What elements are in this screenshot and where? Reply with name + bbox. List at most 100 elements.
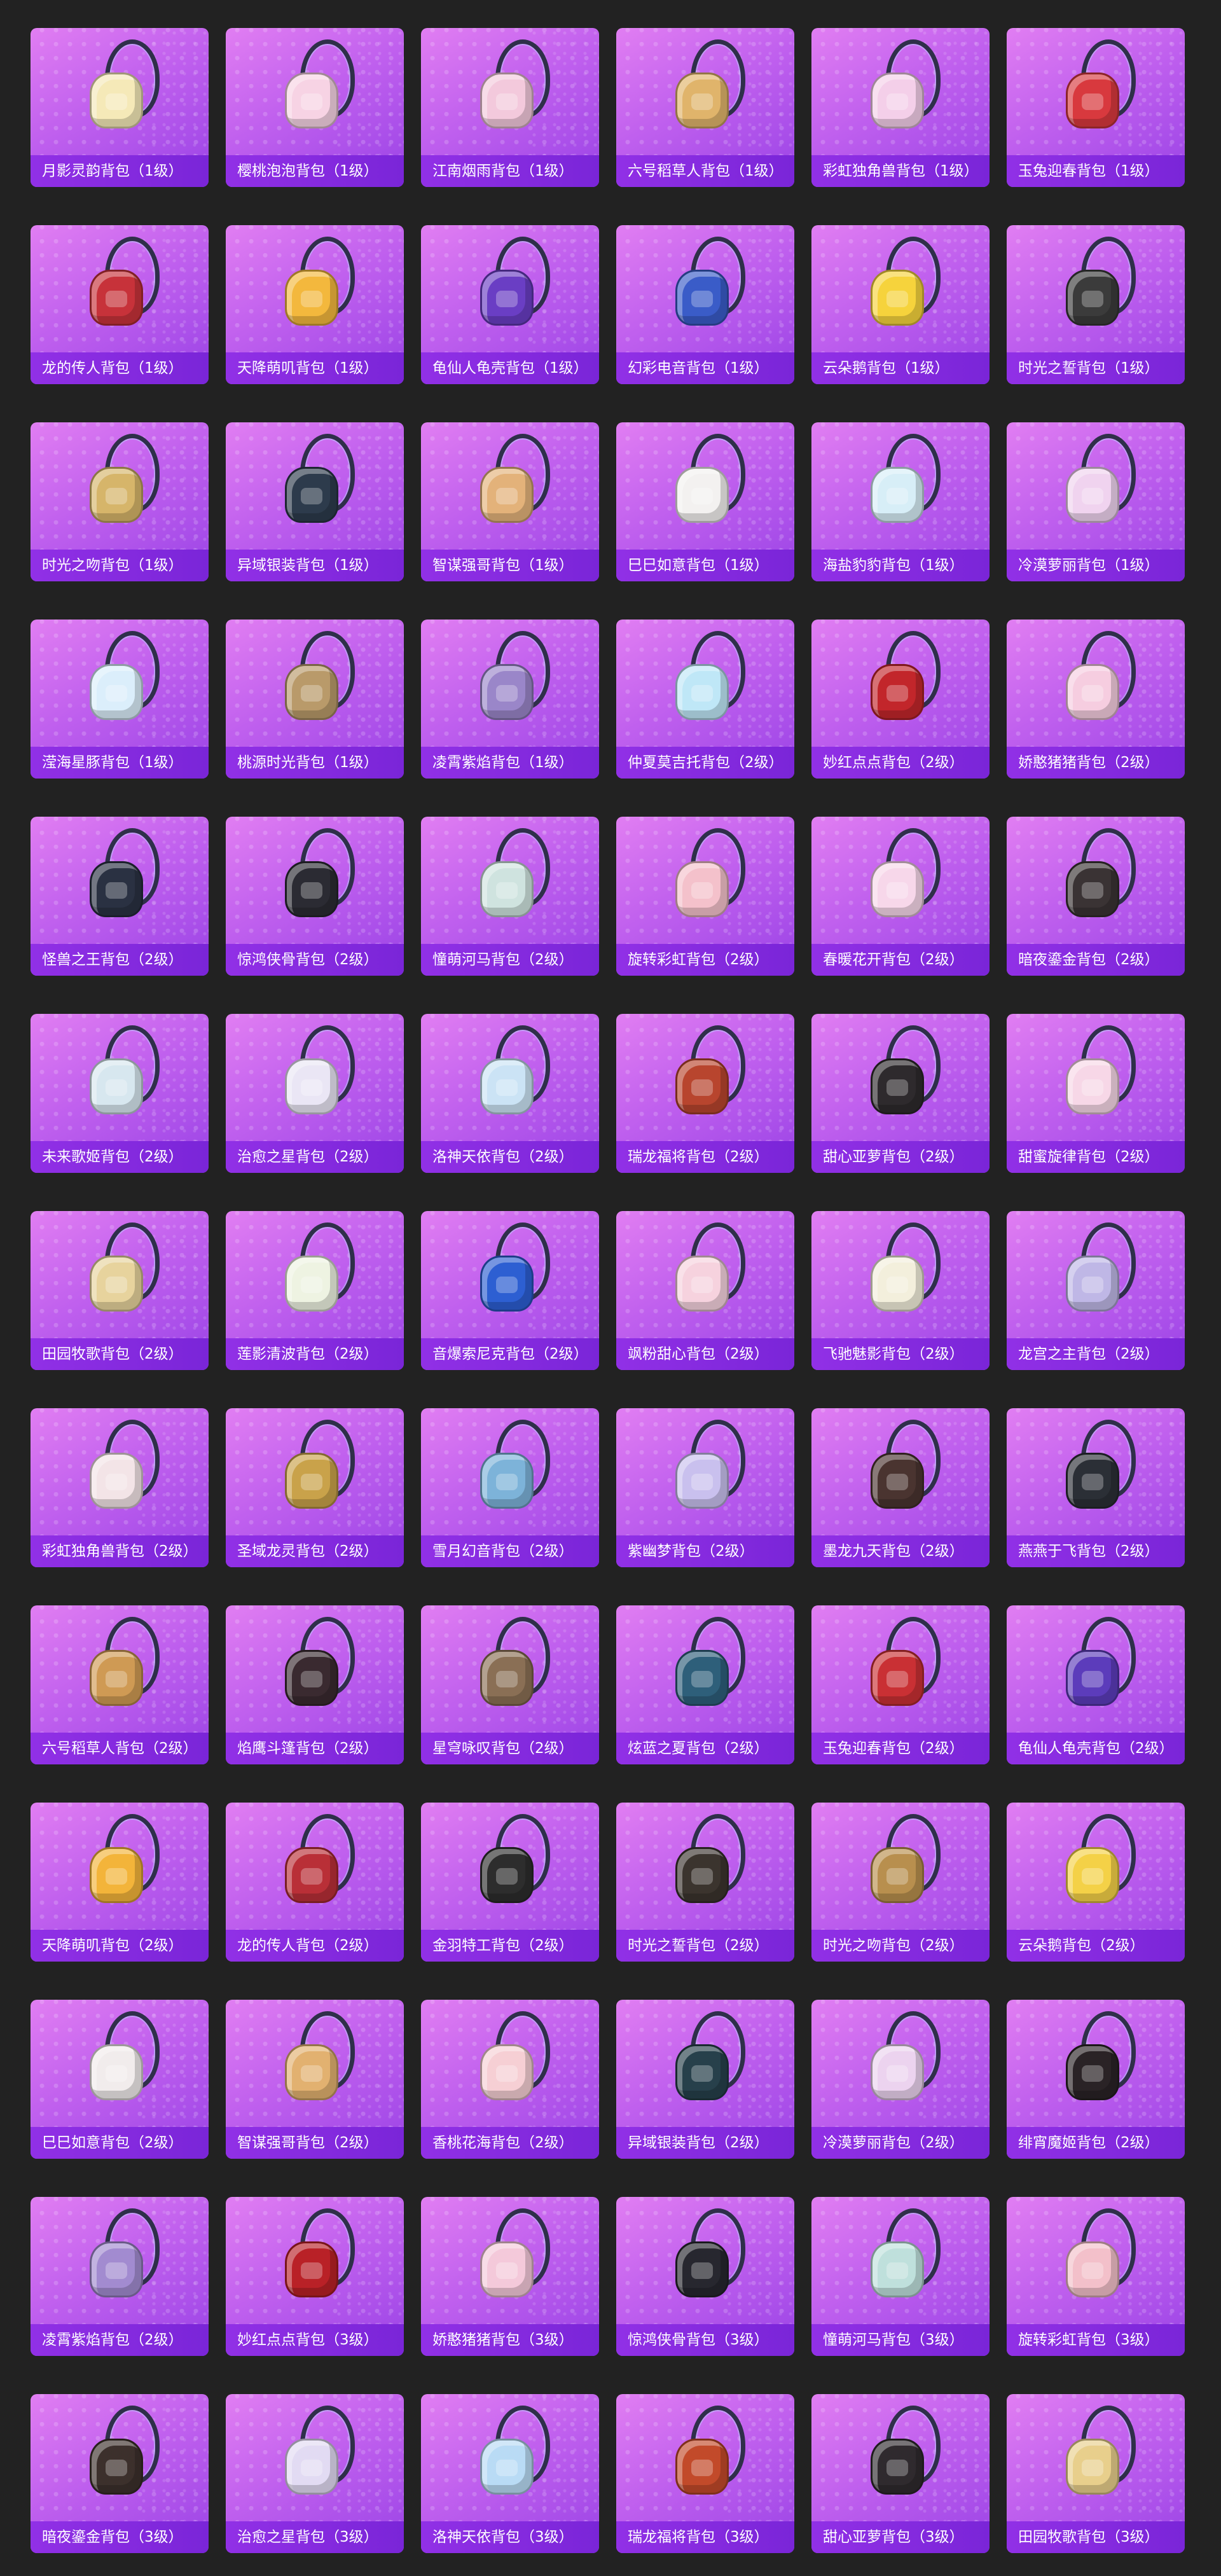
backpack-item-card[interactable]: 龟仙人龟壳背包（2级） [1007,1605,1185,1764]
backpack-name-label: 龙宫之主背包（2级） [1007,1338,1185,1370]
backpack-body [1066,467,1119,523]
backpack-item-card[interactable]: 治愈之星背包（2级） [226,1014,404,1173]
backpack-item-card[interactable]: 龙的传人背包（1级） [31,225,209,384]
backpack-image [462,1810,558,1912]
backpack-name-label: 凌霄紫焰背包（2级） [31,2324,209,2356]
backpack-item-card[interactable]: 炫蓝之夏背包（2级） [616,1605,794,1764]
backpack-image [853,1219,948,1320]
backpack-item-card[interactable]: 玉兔迎春背包（1级） [1007,28,1185,187]
backpack-item-card[interactable]: 瑞龙福将背包（2级） [616,1014,794,1173]
backpack-item-card[interactable]: 墨龙九天背包（2级） [811,1408,990,1567]
backpack-item-card[interactable]: 仲夏莫吉托背包（2级） [616,620,794,779]
backpack-item-card[interactable]: 冷漠萝丽背包（1级） [1007,422,1185,581]
backpack-item-card[interactable]: 云朵鹅背包（1级） [811,225,990,384]
backpack-item-card[interactable]: 异域银装背包（1级） [226,422,404,581]
backpack-item-card[interactable]: 憧萌河马背包（2级） [421,817,599,976]
backpack-item-card[interactable]: 时光之吻背包（2级） [811,1803,990,1962]
backpack-item-card[interactable]: 焰鹰斗篷背包（2级） [226,1605,404,1764]
backpack-item-card[interactable]: 云朵鹅背包（2级） [1007,1803,1185,1962]
backpack-image [72,1219,167,1320]
backpack-item-card[interactable]: 治愈之星背包（3级） [226,2394,404,2553]
backpack-name-label: 幻彩电音背包（1级） [616,352,794,384]
backpack-item-card[interactable]: 江南烟雨背包（1级） [421,28,599,187]
backpack-item-card[interactable]: 巳巳如意背包（1级） [616,422,794,581]
backpack-item-card[interactable]: 惊鸿侠骨背包（2级） [226,817,404,976]
backpack-item-card[interactable]: 甜蜜旋律背包（2级） [1007,1014,1185,1173]
backpack-item-card[interactable]: 凌霄紫焰背包（1级） [421,620,599,779]
backpack-item-card[interactable]: 娇憨猪猪背包（2级） [1007,620,1185,779]
backpack-item-card[interactable]: 智谋强哥背包（2级） [226,2000,404,2159]
backpack-item-card[interactable]: 幻彩电音背包（1级） [616,225,794,384]
backpack-item-card[interactable]: 音爆索尼克背包（2级） [421,1211,599,1370]
backpack-body [285,73,338,128]
backpack-item-card[interactable]: 龙宫之主背包（2级） [1007,1211,1185,1370]
backpack-item-card[interactable]: 樱桃泡泡背包（1级） [226,28,404,187]
backpack-item-card[interactable]: 飞驰魅影背包（2级） [811,1211,990,1370]
backpack-item-card[interactable]: 惊鸿侠骨背包（3级） [616,2197,794,2356]
backpack-item-card[interactable]: 月影灵韵背包（1级） [31,28,209,187]
backpack-image [462,1613,558,1715]
backpack-item-card[interactable]: 莲影清波背包（2级） [226,1211,404,1370]
backpack-item-card[interactable]: 龙的传人背包（2级） [226,1803,404,1962]
backpack-item-card[interactable]: 凌霄紫焰背包（2级） [31,2197,209,2356]
backpack-item-card[interactable]: 六号稻草人背包（1级） [616,28,794,187]
backpack-item-card[interactable]: 时光之誓背包（1级） [1007,225,1185,384]
backpack-item-card[interactable]: 时光之誓背包（2级） [616,1803,794,1962]
backpack-body [90,73,143,128]
backpack-body [675,270,729,326]
backpack-item-card[interactable]: 天降萌叽背包（1级） [226,225,404,384]
backpack-item-card[interactable]: 怪兽之王背包（2级） [31,817,209,976]
backpack-item-card[interactable]: 雪月幻音背包（2级） [421,1408,599,1567]
backpack-body [871,861,924,917]
backpack-body [480,2439,534,2495]
backpack-item-card[interactable]: 冷漠萝丽背包（2级） [811,2000,990,2159]
backpack-item-card[interactable]: 暗夜鎏金背包（2级） [1007,817,1185,976]
backpack-name-label: 甜心亚萝背包（3级） [811,2521,990,2553]
backpack-item-card[interactable]: 智谋强哥背包（1级） [421,422,599,581]
backpack-item-card[interactable]: 龟仙人龟壳背包（1级） [421,225,599,384]
backpack-item-card[interactable]: 娇憨猪猪背包（3级） [421,2197,599,2356]
backpack-item-card[interactable]: 旋转彩虹背包（3级） [1007,2197,1185,2356]
backpack-item-card[interactable]: 憧萌河马背包（3级） [811,2197,990,2356]
backpack-item-card[interactable]: 洛神天依背包（2级） [421,1014,599,1173]
backpack-name-label: 娇憨猪猪背包（3级） [421,2324,599,2356]
backpack-item-card[interactable]: 田园牧歌背包（2级） [31,1211,209,1370]
backpack-item-card[interactable]: 田园牧歌背包（3级） [1007,2394,1185,2553]
backpack-item-card[interactable]: 未来歌姬背包（2级） [31,1014,209,1173]
backpack-item-card[interactable]: 暗夜鎏金背包（3级） [31,2394,209,2553]
backpack-item-card[interactable]: 玉兔迎春背包（2级） [811,1605,990,1764]
backpack-item-card[interactable]: 紫幽梦背包（2级） [616,1408,794,1567]
backpack-item-card[interactable]: 香桃花海背包（2级） [421,2000,599,2159]
backpack-name-label: 金羽特工背包（2级） [421,1930,599,1962]
backpack-item-card[interactable]: 金羽特工背包（2级） [421,1803,599,1962]
backpack-item-card[interactable]: 异域银装背包（2级） [616,2000,794,2159]
backpack-item-card[interactable]: 圣域龙灵背包（2级） [226,1408,404,1567]
backpack-image [853,1613,948,1715]
backpack-name-label: 彩虹独角兽背包（2级） [31,1535,209,1567]
backpack-image [1048,2007,1143,2109]
backpack-item-card[interactable]: 彩虹独角兽背包（1级） [811,28,990,187]
backpack-item-card[interactable]: 天降萌叽背包（2级） [31,1803,209,1962]
backpack-item-card[interactable]: 海盐豹豹背包（1级） [811,422,990,581]
backpack-item-card[interactable]: 洛神天依背包（3级） [421,2394,599,2553]
backpack-item-card[interactable]: 时光之吻背包（1级） [31,422,209,581]
backpack-item-card[interactable]: 滢海星豚背包（1级） [31,620,209,779]
backpack-item-card[interactable]: 绯宵魔姬背包（2级） [1007,2000,1185,2159]
backpack-item-card[interactable]: 燕燕于飞背包（2级） [1007,1408,1185,1567]
backpack-item-card[interactable]: 彩虹独角兽背包（2级） [31,1408,209,1567]
backpack-item-card[interactable]: 六号稻草人背包（2级） [31,1605,209,1764]
backpack-name-label: 桃源时光背包（1级） [226,747,404,779]
backpack-name-label: 凌霄紫焰背包（1级） [421,747,599,779]
backpack-item-card[interactable]: 甜心亚萝背包（3级） [811,2394,990,2553]
backpack-item-card[interactable]: 星穹咏叹背包（2级） [421,1605,599,1764]
backpack-item-card[interactable]: 妙红点点背包（2级） [811,620,990,779]
backpack-item-card[interactable]: 桃源时光背包（1级） [226,620,404,779]
backpack-item-card[interactable]: 旋转彩虹背包（2级） [616,817,794,976]
backpack-item-card[interactable]: 春暖花开背包（2级） [811,817,990,976]
backpack-body [871,664,924,720]
backpack-item-card[interactable]: 瑞龙福将背包（3级） [616,2394,794,2553]
backpack-item-card[interactable]: 巳巳如意背包（2级） [31,2000,209,2159]
backpack-item-card[interactable]: 妙红点点背包（3级） [226,2197,404,2356]
backpack-item-card[interactable]: 甜心亚萝背包（2级） [811,1014,990,1173]
backpack-item-card[interactable]: 飒粉甜心背包（2级） [616,1211,794,1370]
